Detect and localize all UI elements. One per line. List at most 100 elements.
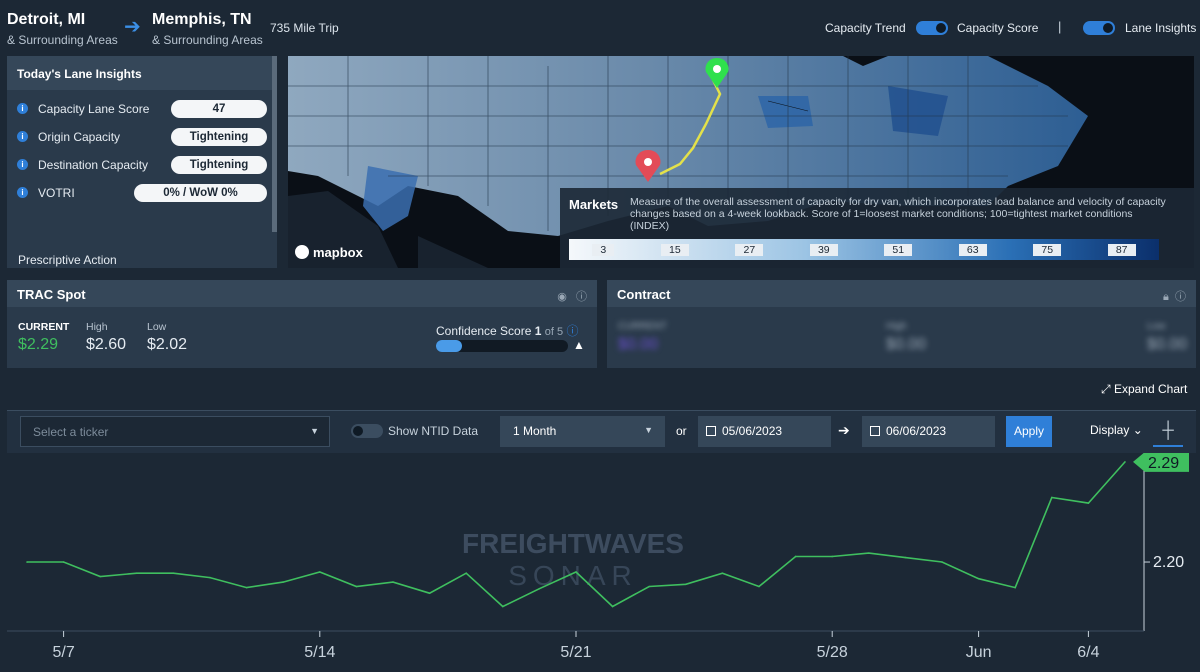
mapbox-logo: mapbox bbox=[295, 245, 363, 260]
expand-chart-button[interactable]: ⤢ Expand Chart bbox=[1101, 382, 1187, 397]
eye-icon[interactable]: ◉ bbox=[557, 291, 567, 303]
end-date-input[interactable]: 06/06/2023 bbox=[862, 416, 995, 447]
mapbox-label: mapbox bbox=[313, 245, 363, 260]
apply-button[interactable]: Apply bbox=[1006, 416, 1052, 447]
capacity-map[interactable]: mapbox Markets Measure of the overall as… bbox=[288, 56, 1194, 268]
period-value: 1 Month bbox=[513, 424, 557, 438]
data-point bbox=[428, 592, 431, 594]
markets-description: Measure of the overall assessment of cap… bbox=[630, 196, 1166, 232]
insight-row: i VOTRI 0% / WoW 0% bbox=[17, 184, 267, 202]
insight-row: i Origin Capacity Tightening bbox=[17, 128, 267, 146]
period-select[interactable]: 1 Month ▼ bbox=[500, 416, 665, 447]
origin-city: Detroit, MI bbox=[7, 11, 86, 28]
confidence-bar-fill bbox=[436, 340, 463, 352]
data-point bbox=[1087, 502, 1090, 504]
data-point bbox=[1051, 496, 1053, 499]
insight-value: 0% / WoW 0% bbox=[134, 184, 267, 202]
divider: | bbox=[1058, 19, 1062, 34]
info-icon[interactable]: ⓘ bbox=[576, 291, 587, 303]
contract-low-label: Low bbox=[1147, 321, 1166, 332]
contract-high-label: High bbox=[886, 321, 907, 332]
data-point bbox=[502, 605, 504, 608]
x-tick-label: 5/28 bbox=[817, 644, 848, 661]
info-icon[interactable]: ⓘ bbox=[566, 324, 578, 338]
chevron-up-icon[interactable]: ▲ bbox=[573, 338, 585, 352]
confidence-score: Confidence Score 1 of 5 ⓘ bbox=[436, 322, 578, 339]
insights-title: Today's Lane Insights bbox=[7, 56, 277, 90]
legend-tick: 15 bbox=[661, 243, 689, 256]
data-point bbox=[685, 583, 687, 586]
insight-label: Capacity Lane Score bbox=[38, 102, 150, 116]
lock-icon: 🔒︎ bbox=[1163, 291, 1169, 303]
contract-high-value: $0.00 bbox=[886, 336, 927, 353]
confidence-label: Confidence Score bbox=[436, 324, 532, 338]
insights-scrollbar[interactable] bbox=[272, 56, 277, 232]
insight-label: Origin Capacity bbox=[38, 130, 121, 144]
lane-insights-toggle[interactable] bbox=[1083, 21, 1115, 35]
contract-current-value: $0.00 bbox=[618, 336, 659, 353]
lane-header: Detroit, MI & Surrounding Areas ➔ Memphi… bbox=[0, 0, 1200, 54]
capacity-toggle[interactable] bbox=[916, 21, 948, 35]
y-tick-label: 2.20 bbox=[1153, 554, 1184, 571]
info-icon[interactable]: i bbox=[17, 187, 28, 198]
ntid-toggle[interactable] bbox=[351, 424, 383, 438]
insight-value: Tightening bbox=[171, 156, 267, 174]
legend-tick: 63 bbox=[958, 243, 987, 256]
contract-panel: Contract 🔒︎ ⓘ CURRENT $0.00 High $0.00 L… bbox=[607, 280, 1196, 368]
markets-title: Markets bbox=[569, 197, 619, 212]
ticker-select[interactable]: Select a ticker ▼ bbox=[20, 416, 330, 447]
legend-tick: 3 bbox=[592, 243, 615, 256]
origin-sub: & Surrounding Areas bbox=[7, 33, 118, 47]
display-label: Display bbox=[1090, 423, 1130, 437]
x-tick-label: 5/14 bbox=[304, 644, 335, 661]
insight-row: i Capacity Lane Score 47 bbox=[17, 100, 267, 118]
chart-toolbar: Select a ticker ▼ Show NTID Data 1 Month… bbox=[7, 411, 1196, 453]
data-point bbox=[977, 577, 980, 580]
contract-icons: 🔒︎ ⓘ bbox=[1163, 288, 1186, 304]
x-tick-label: Jun bbox=[966, 644, 992, 661]
mapbox-icon bbox=[295, 245, 309, 259]
data-point bbox=[136, 572, 138, 574]
data-point bbox=[26, 561, 28, 563]
data-point bbox=[538, 587, 541, 590]
contract-current-label: CURRENT bbox=[618, 321, 667, 332]
data-point bbox=[941, 561, 943, 563]
lane-insights-label: Lane Insights bbox=[1125, 21, 1197, 35]
watermark-top: FREIGHTWAVES bbox=[462, 528, 684, 559]
data-point bbox=[465, 572, 468, 574]
arrow-right-icon: ➔ bbox=[838, 422, 850, 438]
data-point bbox=[282, 581, 285, 583]
data-point bbox=[721, 572, 724, 574]
data-point bbox=[1124, 461, 1126, 463]
arrow-right-icon: ➔ bbox=[124, 16, 141, 38]
info-icon[interactable]: i bbox=[17, 159, 28, 170]
current-label: CURRENT bbox=[18, 321, 70, 333]
info-icon[interactable]: i bbox=[17, 103, 28, 114]
display-menu[interactable]: Display ⌄ bbox=[1090, 423, 1143, 437]
lane-insights-panel: Today's Lane Insights i Capacity Lane Sc… bbox=[7, 56, 277, 268]
watermark-bottom: SONAR bbox=[508, 560, 638, 591]
dest-city: Memphis, TN bbox=[152, 11, 252, 28]
legend-tick: 87 bbox=[1107, 243, 1136, 256]
chevron-down-icon: ⌄ bbox=[1132, 423, 1143, 437]
info-icon[interactable]: ⓘ bbox=[1175, 291, 1186, 303]
data-point bbox=[319, 571, 321, 573]
start-date-input[interactable]: 05/06/2023 bbox=[698, 416, 831, 447]
legend-tick: 51 bbox=[884, 243, 913, 256]
confidence-bar bbox=[436, 340, 568, 352]
data-point bbox=[575, 571, 577, 573]
info-icon[interactable]: i bbox=[17, 131, 28, 142]
current-value-label: 2.29 bbox=[1148, 455, 1179, 472]
data-point bbox=[758, 585, 760, 588]
insight-label: VOTRI bbox=[38, 186, 75, 200]
x-tick-label: 6/4 bbox=[1077, 644, 1099, 661]
price-chart[interactable]: FREIGHTWAVES SONAR 5/7 5/14 5/21 5/28 Jun 6/4… bbox=[7, 453, 1196, 672]
data-point bbox=[62, 561, 65, 563]
crosshair-icon[interactable]: ┼ bbox=[1153, 416, 1183, 447]
trip-distance: 735 Mile Trip bbox=[270, 21, 339, 35]
start-date-value: 05/06/2023 bbox=[722, 424, 783, 438]
contract-low-value: $0.00 bbox=[1147, 336, 1188, 353]
expand-chart-label: Expand Chart bbox=[1113, 382, 1188, 396]
ntid-label: Show NTID Data bbox=[388, 424, 479, 438]
data-point bbox=[209, 576, 211, 579]
